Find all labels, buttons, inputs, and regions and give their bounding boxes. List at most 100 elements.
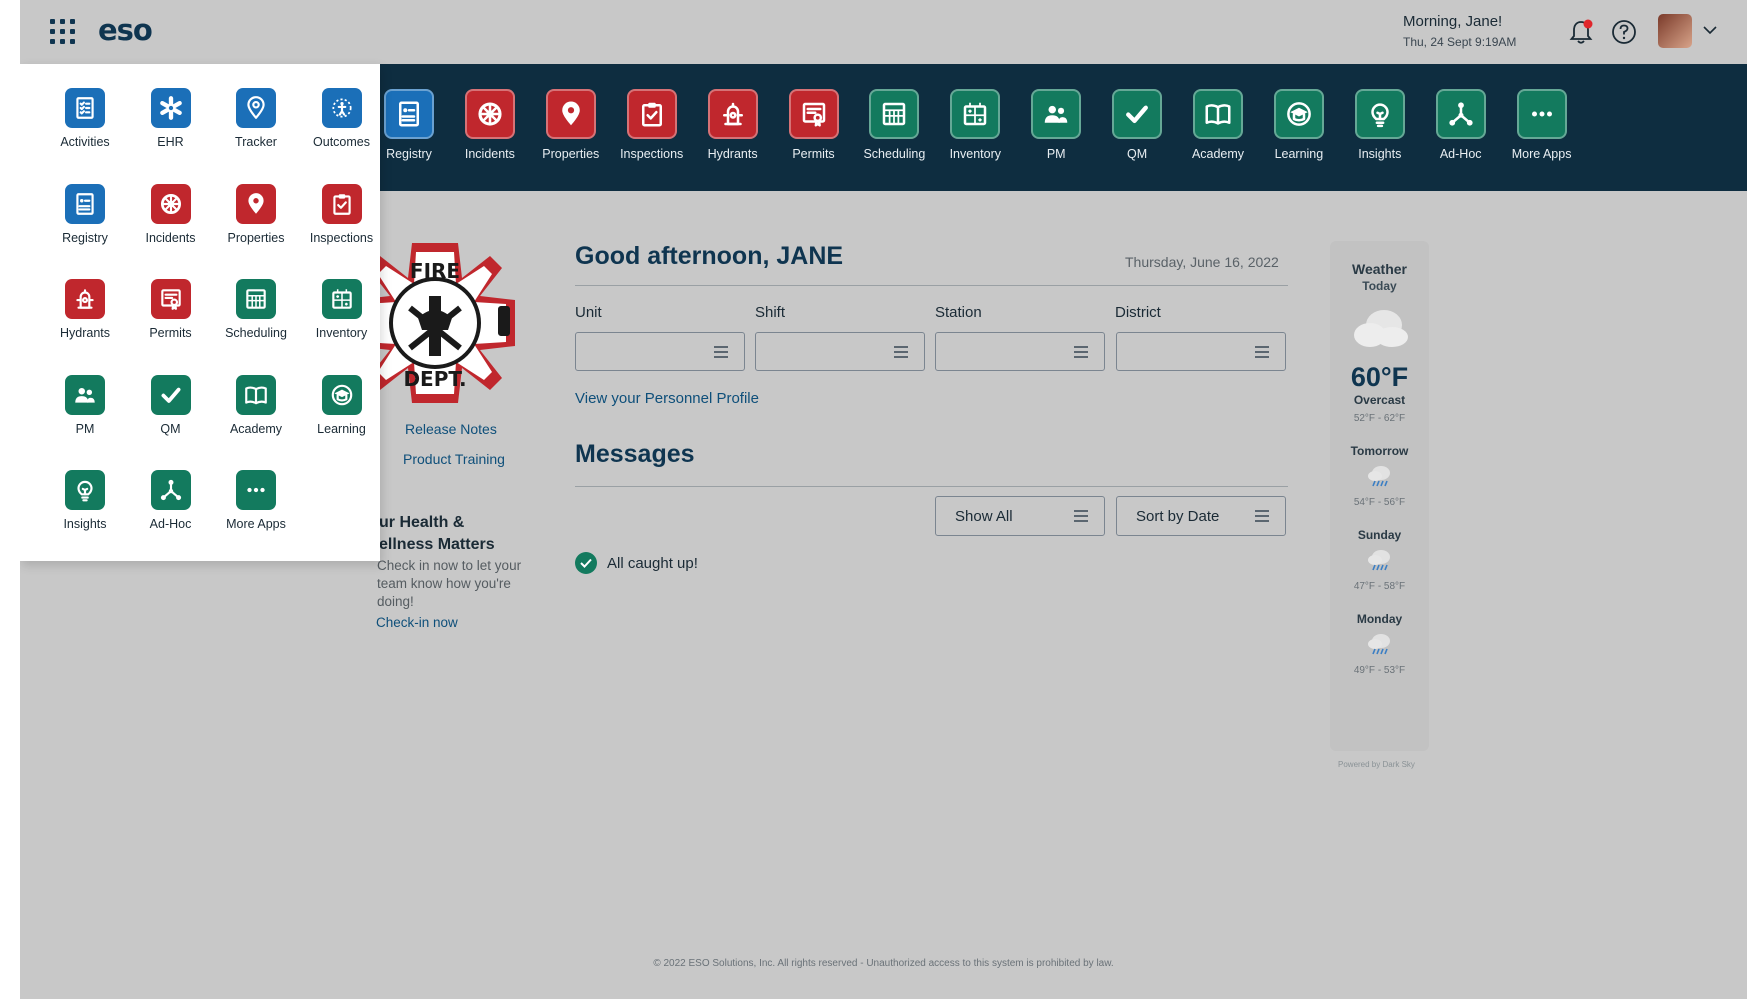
- app-menu-item-registry[interactable]: Registry: [42, 183, 128, 245]
- app-tile: [464, 89, 515, 139]
- app-bar-item-ad-hoc[interactable]: Ad-Hoc: [1416, 89, 1506, 161]
- app-bar-item-pm[interactable]: PM: [1011, 89, 1101, 161]
- app-tile: [321, 374, 362, 415]
- more-apps-icon: [247, 487, 265, 493]
- app-menu-item-academy[interactable]: Academy: [213, 374, 299, 436]
- app-menu-item-ehr[interactable]: EHR: [128, 88, 214, 149]
- outcomes-icon: [331, 98, 352, 118]
- app-menu-item-ad-hoc[interactable]: Ad-Hoc: [128, 470, 214, 531]
- app-tile: [545, 89, 596, 139]
- app-bar-item-properties[interactable]: Properties: [526, 89, 616, 161]
- app-bar-item-academy[interactable]: Academy: [1173, 89, 1263, 161]
- app-tile: [1354, 89, 1405, 139]
- app-menu-item-hydrants[interactable]: Hydrants: [42, 279, 128, 340]
- app-menu-item-pm[interactable]: PM: [42, 374, 128, 436]
- main-date: Thursday, June 16, 2022: [1125, 254, 1279, 270]
- app-menu-item-more-apps[interactable]: More Apps: [213, 470, 299, 531]
- app-bar-item-label: PM: [1046, 147, 1066, 161]
- app-bar-item-label: Inventory: [949, 147, 1001, 161]
- app-menu-item-label: Insights: [63, 517, 107, 531]
- app-bar-item-incidents[interactable]: Incidents: [445, 89, 535, 161]
- notification-dot-icon: [1583, 19, 1593, 29]
- release-notes-link[interactable]: Release Notes: [405, 421, 497, 437]
- grid-dot: [50, 19, 55, 24]
- ad-hoc-icon: [1449, 102, 1473, 126]
- app-menu-item-activities[interactable]: Activities: [42, 88, 128, 149]
- hydrants-icon: [76, 289, 94, 309]
- app-tile: [1193, 89, 1243, 139]
- chevron-down-icon[interactable]: [1702, 24, 1718, 36]
- grid-dot: [60, 29, 65, 34]
- check-in-link[interactable]: Check-in now: [376, 615, 458, 630]
- app-menu-item-inspections[interactable]: Inspections: [299, 183, 385, 245]
- app-menu-item-tracker[interactable]: Tracker: [213, 88, 299, 149]
- district-select[interactable]: [1116, 332, 1286, 371]
- personnel-profile-link[interactable]: View your Personnel Profile: [575, 390, 759, 407]
- app-menu-item-label: Incidents: [145, 230, 196, 245]
- weather-today-range: 52°F - 62°F: [1353, 413, 1406, 424]
- app-menu-item-learning[interactable]: Learning: [299, 374, 385, 436]
- app-bar-item-more-apps[interactable]: More Apps: [1497, 89, 1587, 161]
- footer-copyright: © 2022 ESO Solutions, Inc. All rights re…: [653, 958, 1114, 969]
- shift-select[interactable]: [755, 332, 925, 371]
- app-tile: [1273, 89, 1324, 139]
- app-menu-item-inventory[interactable]: Inventory: [299, 279, 385, 340]
- weather-title: Weather: [1352, 261, 1407, 277]
- tracker-icon: [247, 96, 265, 119]
- app-menu-item-scheduling[interactable]: Scheduling: [213, 279, 299, 340]
- app-bar-item-qm[interactable]: QM: [1092, 89, 1182, 161]
- academy-icon: [245, 385, 267, 404]
- app-tile: [1435, 89, 1486, 139]
- help-icon[interactable]: [1609, 17, 1639, 47]
- menu-lines-icon: [1255, 510, 1269, 525]
- app-menu-item-permits[interactable]: Permits: [128, 279, 214, 340]
- app-bar-item-insights[interactable]: Insights: [1335, 89, 1425, 161]
- app-menu-item-insights[interactable]: Insights: [42, 470, 128, 531]
- messages-divider: [575, 486, 1288, 487]
- product-training-link[interactable]: Product Training: [403, 451, 505, 467]
- app-tile: [150, 88, 191, 128]
- unit-select[interactable]: [575, 332, 745, 371]
- notification-bell-icon[interactable]: [1566, 17, 1596, 47]
- eso-logo[interactable]: eso: [98, 13, 153, 47]
- app-bar-item-label: Inspections: [620, 147, 684, 161]
- app-menu-item-label: Hydrants: [59, 326, 111, 340]
- app-tile: [236, 183, 276, 224]
- app-bar-item-hydrants[interactable]: Hydrants: [688, 89, 778, 161]
- app-menu-item-incidents[interactable]: Incidents: [128, 183, 214, 245]
- hydrants-icon: [722, 102, 743, 126]
- message-sort-select[interactable]: Sort by Date: [1116, 496, 1286, 536]
- app-tile: [65, 88, 105, 128]
- app-bar-item-label: Learning: [1274, 147, 1324, 161]
- app-menu-item-label: Learning: [317, 421, 366, 436]
- app-bar-item-permits[interactable]: Permits: [769, 89, 859, 161]
- app-bar-item-inventory[interactable]: Inventory: [930, 89, 1020, 161]
- app-menu-item-properties[interactable]: Properties: [213, 183, 299, 245]
- app-tile: [321, 279, 362, 319]
- rain-cloud-icon: [1367, 550, 1390, 571]
- grid-dot: [60, 19, 65, 24]
- app-menu-item-outcomes[interactable]: Outcomes: [299, 88, 385, 149]
- more-apps-icon: [1531, 111, 1552, 117]
- app-tile: [150, 183, 191, 224]
- user-avatar[interactable]: [1658, 14, 1692, 48]
- app-menu-item-qm[interactable]: QM: [128, 374, 214, 436]
- scheduling-icon: [246, 289, 266, 309]
- app-menu-item-label: Outcomes: [313, 135, 370, 149]
- app-bar-item-learning[interactable]: Learning: [1254, 89, 1344, 161]
- message-filter-select[interactable]: Show All: [935, 496, 1105, 536]
- app-bar-item-label: Academy: [1191, 147, 1245, 161]
- app-bar-item-label: QM: [1127, 147, 1148, 161]
- wellness-title: ur Health & ellness Matters: [379, 512, 495, 556]
- app-bar-item-scheduling[interactable]: Scheduling: [849, 89, 939, 161]
- app-launcher-grid-icon[interactable]: [50, 19, 76, 45]
- app-tile: [150, 470, 191, 510]
- station-select[interactable]: [935, 332, 1105, 371]
- app-menu-item-label: EHR: [157, 135, 184, 149]
- app-menu-item-label: Scheduling: [225, 326, 287, 340]
- app-bar-item-inspections[interactable]: Inspections: [607, 89, 697, 161]
- app-menu-item-label: Permits: [149, 326, 192, 340]
- inventory-icon: [331, 289, 352, 309]
- app-tile: [236, 88, 276, 128]
- district-label: District: [1115, 304, 1161, 321]
